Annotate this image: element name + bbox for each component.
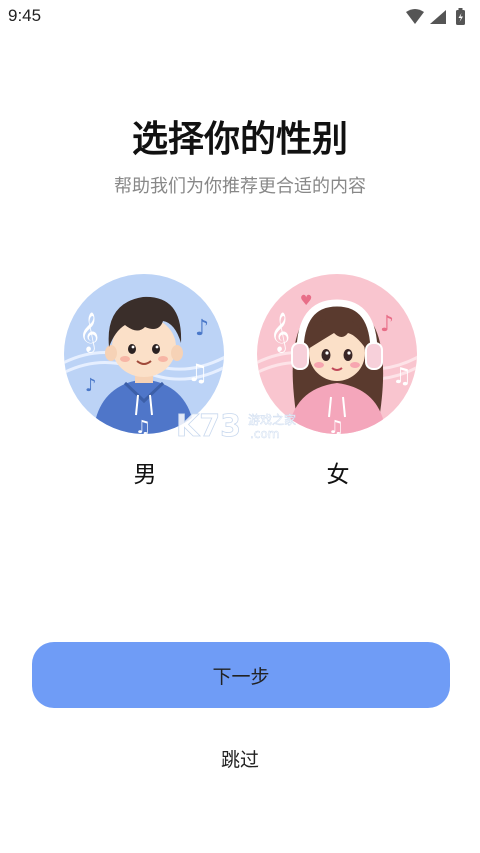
page-title: 选择你的性别 xyxy=(131,119,348,160)
svg-text:♫: ♫ xyxy=(187,359,209,387)
svg-text:♪: ♪ xyxy=(85,375,97,396)
svg-text:游戏之家: 游戏之家 xyxy=(248,412,296,427)
page-subtitle: 帮助我们为你推荐更合适的内容 xyxy=(114,176,366,197)
gender-option-male[interactable]: 𝄞 ♪ ♫ ♪ ♫ 男 xyxy=(63,273,227,488)
status-time: 9:45 xyxy=(8,6,42,25)
svg-text:𝄞: 𝄞 xyxy=(79,312,99,353)
status-bar: 9:45 xyxy=(0,0,480,34)
status-icons xyxy=(406,8,465,25)
svg-text:𝄞: 𝄞 xyxy=(270,312,290,353)
svg-text:♪: ♪ xyxy=(195,316,209,341)
wifi-icon xyxy=(406,9,424,24)
svg-text:.com: .com xyxy=(250,427,279,441)
next-step-button[interactable]: 下一步 xyxy=(32,642,450,708)
gender-option-female[interactable]: 𝄞 ♪ ♫ ♥ ♫ 女 xyxy=(256,273,420,488)
svg-text:♪: ♪ xyxy=(380,312,394,337)
k73-watermark-logo: K73 游戏之家 .com xyxy=(176,409,296,442)
signal-icon xyxy=(430,10,446,24)
svg-text:♫: ♫ xyxy=(328,417,344,435)
svg-text:♫: ♫ xyxy=(135,417,151,435)
gender-label-male: 男 xyxy=(133,462,157,488)
gender-label-female: 女 xyxy=(326,462,350,488)
skip-link[interactable]: 跳过 xyxy=(0,745,480,772)
battery-charging-icon xyxy=(456,8,465,25)
svg-text:♫: ♫ xyxy=(392,364,412,389)
svg-text:♥: ♥ xyxy=(300,293,313,309)
svg-text:K73: K73 xyxy=(176,409,241,442)
